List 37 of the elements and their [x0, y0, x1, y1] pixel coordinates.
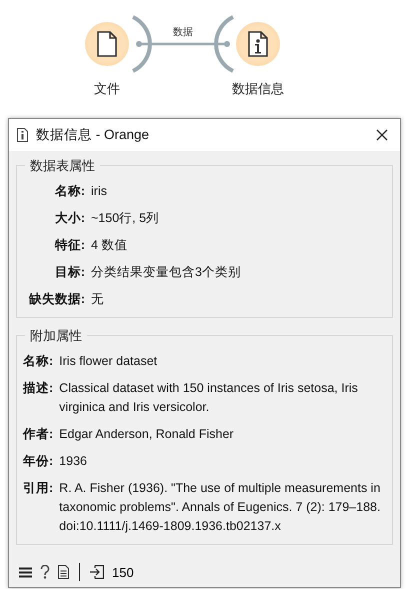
property-label: 特征: [54, 237, 85, 254]
help-icon[interactable] [40, 565, 50, 579]
property-value: 无 [91, 291, 105, 308]
property-label: 年份: [23, 453, 54, 470]
close-icon [376, 129, 388, 141]
property-value: iris [91, 183, 108, 200]
property-value: ~150行, 5列 [91, 210, 160, 227]
widget-node[interactable] [236, 22, 280, 66]
property-value: Edgar Anderson, Ronald Fisher [59, 426, 235, 443]
property-label: 目标: [54, 264, 85, 281]
property-value: Classical dataset with 150 instances of Iris setosa, Iris virginica and Iris versicolor. [59, 380, 359, 416]
property-value: 1936 [59, 453, 88, 470]
group-title: 附加属性 [25, 327, 87, 345]
input-icon [90, 565, 104, 579]
property-value: R. A. Fisher (1936). "The use of multiple measurements in taxonomic problems". Annals of Eugenics. 7 (2): 179–188. doi:10.1111/j.1469-1809.1936.tb02137.x [59, 480, 382, 535]
window-title: 数据信息 - Orange [36, 126, 150, 144]
property-value: Iris flower dataset [59, 353, 158, 370]
link-label: 数据 [173, 26, 193, 39]
group-title: 数据表属性 [25, 157, 100, 175]
property-value: 分类结果变量包含3个类别 [91, 264, 242, 281]
property-label: 作者: [23, 426, 54, 443]
property-label: 缺失数据: [28, 291, 85, 308]
info-document-icon [248, 31, 268, 57]
node-label: 文件 [94, 80, 120, 98]
property-value: 4 数值 [91, 237, 128, 254]
property-label: 引用: [23, 480, 54, 497]
document-icon [97, 31, 117, 57]
info-document-icon [17, 128, 28, 142]
property-label: 大小: [54, 210, 85, 227]
property-label: 描述: [23, 380, 54, 397]
property-label: 名称: [23, 353, 54, 370]
node-label: 数据信息 [232, 80, 284, 98]
document-icon[interactable] [58, 565, 69, 579]
widget-node[interactable] [85, 22, 129, 66]
menu-icon[interactable] [19, 566, 32, 578]
input-count: 150 [112, 564, 134, 580]
property-label: 名称: [54, 183, 85, 200]
